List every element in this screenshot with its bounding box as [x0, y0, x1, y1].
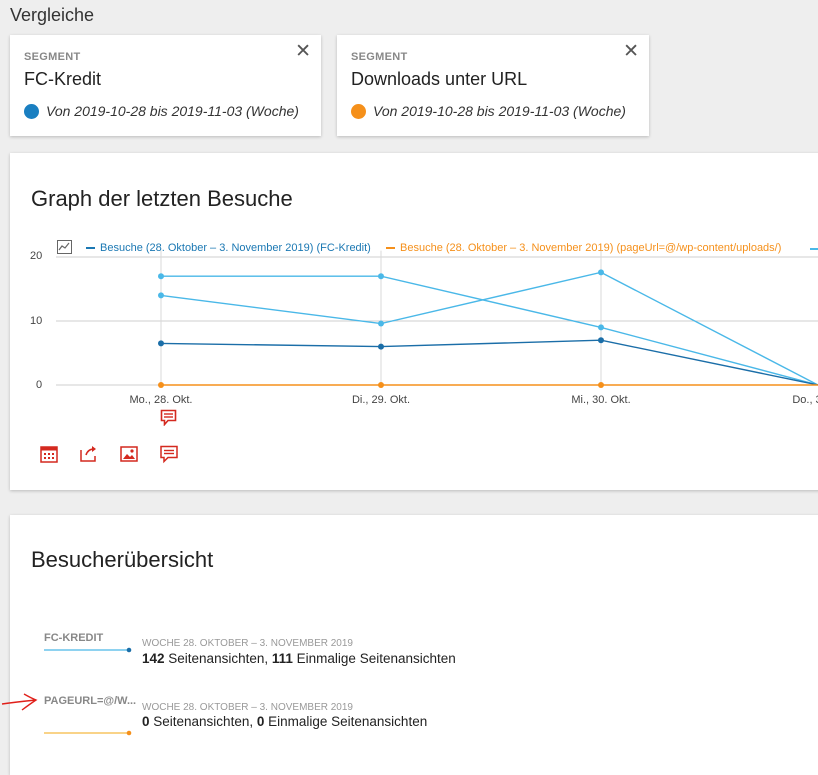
overview-row-stats: 0 Seitenansichten, 0 Einmalige Seitenans…: [142, 714, 427, 729]
visits-line-chart: [56, 250, 818, 388]
x-tick-label: Mi., 30. Okt.: [571, 394, 631, 406]
overview-row-label: PAGEURL=@/W...: [44, 695, 137, 707]
data-point[interactable]: [598, 324, 604, 331]
unique-pageviews-count: 111: [271, 651, 293, 666]
overview-row-date: WOCHE 28. OKTOBER – 3. NOVEMBER 2019: [142, 702, 353, 713]
overview-row-label: FC-KREDIT: [44, 632, 104, 644]
x-tick-label: Di., 29. Okt.: [351, 394, 411, 406]
data-point[interactable]: [158, 382, 164, 388]
data-point[interactable]: [598, 337, 604, 344]
segment-period: Von 2019-10-28 bis 2019-11-03 (Woche): [24, 103, 299, 119]
segment-period-text: Von 2019-10-28 bis 2019-11-03 (Woche): [373, 103, 626, 119]
data-point[interactable]: [598, 269, 604, 276]
segment-label: SEGMENT: [351, 51, 408, 63]
series-line-2: [160, 339, 818, 386]
sparkline: [44, 730, 132, 736]
segment-card-fc-kredit: SEGMENT FC-Kredit ✕ Von 2019-10-28 bis 2…: [10, 35, 321, 136]
annotation-icon[interactable]: [158, 443, 180, 465]
data-point[interactable]: [158, 340, 164, 347]
close-icon[interactable]: ✕: [623, 42, 639, 61]
image-icon[interactable]: [118, 443, 140, 465]
overview-row-stats: 142 Seitenansichten, 111 Einmalige Seite…: [142, 651, 456, 666]
overview-card: Besucherübersicht FC-KREDIT WOCHE 28. OK…: [10, 515, 818, 775]
segment-name: FC-Kredit: [24, 69, 102, 89]
pageviews-count: 142: [142, 651, 165, 666]
data-point[interactable]: [378, 382, 384, 388]
calendar-icon[interactable]: [38, 443, 60, 465]
annotation-marker-icon[interactable]: [160, 409, 177, 426]
unique-pageviews-label: Einmalige Seitenansichten: [264, 714, 428, 729]
data-point[interactable]: [158, 273, 164, 280]
pageviews-count: 0: [142, 714, 150, 729]
data-point[interactable]: [598, 382, 604, 388]
pageviews-label: Seitenansichten,: [149, 714, 257, 729]
segment-color-dot: [351, 104, 366, 119]
x-tick-label: Mo., 28. Okt.: [129, 394, 193, 406]
segment-name: Downloads unter URL: [351, 69, 528, 89]
x-tick-label: Do., 3: [792, 394, 818, 406]
data-point[interactable]: [378, 273, 384, 280]
segment-period: Von 2019-10-28 bis 2019-11-03 (Woche): [351, 103, 626, 119]
segment-period-text: Von 2019-10-28 bis 2019-11-03 (Woche): [46, 103, 299, 119]
segment-label: SEGMENT: [24, 51, 81, 63]
export-icon[interactable]: [78, 443, 100, 465]
close-icon[interactable]: ✕: [295, 42, 311, 61]
data-point[interactable]: [378, 320, 384, 327]
series-line-0: [161, 275, 818, 386]
pageviews-label: Seitenansichten,: [164, 651, 272, 666]
sparkline: [44, 647, 132, 653]
overview-title: Besucherübersicht: [31, 547, 214, 572]
segment-color-dot: [24, 104, 39, 119]
series-line-1: [160, 271, 818, 386]
hand-drawn-arrow: [1, 693, 38, 711]
page-title: Vergleiche: [10, 5, 95, 25]
data-point[interactable]: [378, 343, 384, 350]
segment-card-downloads: SEGMENT Downloads unter URL ✕ Von 2019-1…: [337, 35, 649, 136]
overview-row-date: WOCHE 28. OKTOBER – 3. NOVEMBER 2019: [142, 638, 353, 649]
unique-pageviews-label: Einmalige Seitenansichten: [292, 651, 456, 666]
data-point[interactable]: [158, 292, 164, 299]
graph-card: Graph der letzten Besuche Besuche (28. O…: [10, 153, 818, 490]
